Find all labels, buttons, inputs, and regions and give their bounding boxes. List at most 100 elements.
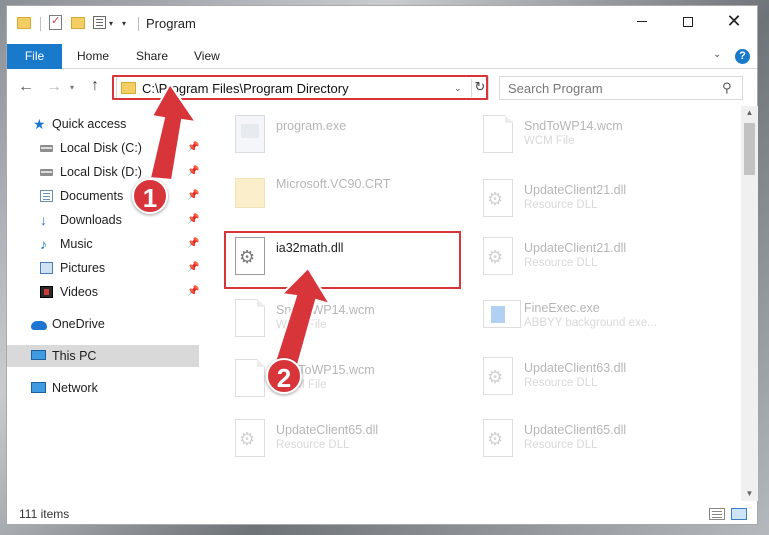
close-button[interactable]: ✕ — [711, 6, 757, 36]
forward-button[interactable]: → — [46, 78, 62, 96]
sidebar-item-label: Music — [60, 237, 93, 251]
file-name: UpdateClient21.dll — [524, 241, 627, 255]
search-placeholder: Search Program — [508, 81, 603, 96]
large-icons-view-icon[interactable] — [731, 508, 747, 520]
search-icon[interactable]: ⚲ — [722, 80, 732, 96]
recent-locations-icon[interactable]: ▾ — [70, 83, 74, 92]
sidebar-item-local-disk-c[interactable]: Local Disk (C:) 📌 — [7, 137, 199, 159]
up-button[interactable]: ↑ — [91, 77, 99, 95]
new-folder-icon[interactable] — [71, 17, 85, 29]
sidebar-item-label: Videos — [60, 285, 98, 299]
file-icon — [483, 115, 513, 153]
sidebar-item-label: This PC — [52, 349, 97, 363]
divider — [138, 17, 139, 31]
back-button[interactable]: ← — [18, 78, 34, 96]
pin-icon[interactable]: 📌 — [187, 281, 199, 303]
pin-icon[interactable]: 📌 — [187, 233, 199, 255]
file-name: Microsoft.VC90.CRT — [276, 177, 391, 191]
details-view-icon[interactable] — [709, 508, 725, 520]
properties-icon[interactable] — [49, 14, 62, 30]
pin-icon[interactable]: 📌 — [187, 209, 199, 231]
file-item[interactable]: UpdateClient21.dll Resource DLL — [477, 176, 717, 224]
sidebar-item-downloads[interactable]: ↓ Downloads 📌 — [7, 209, 199, 231]
scroll-up-icon[interactable]: ▲ — [741, 108, 758, 117]
tab-view[interactable]: View — [194, 44, 220, 69]
tab-share[interactable]: Share — [136, 44, 168, 69]
refresh-button[interactable]: ↻ — [471, 79, 488, 97]
file-item[interactable]: SndToWP14.wcm WCM File — [477, 112, 717, 160]
vertical-scrollbar[interactable]: ▲ ▼ — [741, 106, 758, 501]
file-type: WCM File — [276, 319, 327, 331]
folder-icon[interactable] — [17, 17, 31, 29]
dll-icon — [483, 419, 513, 457]
ribbon-tabs: File Home Share View ⌄ ? — [7, 44, 757, 69]
file-item[interactable]: UpdateClient65.dll Resource DLL — [477, 416, 717, 464]
file-item[interactable]: program.exe — [229, 112, 469, 160]
maximize-icon — [683, 16, 693, 27]
chevron-down-icon[interactable]: ▾ — [109, 19, 113, 28]
sidebar-item-label: Local Disk (C:) — [60, 141, 142, 155]
sidebar-item-pictures[interactable]: Pictures 📌 — [7, 257, 199, 279]
file-name: UpdateClient65.dll — [524, 423, 627, 437]
file-item-ia32math[interactable]: ia32math.dll — [229, 234, 469, 282]
file-type: ABBYY background exe... — [524, 317, 657, 329]
address-path[interactable]: C:\Program Files\Program Directory — [142, 81, 349, 96]
chevron-down-icon[interactable]: ⌄ — [454, 83, 462, 94]
file-name: ia32math.dll — [276, 241, 344, 255]
window-title: Program — [146, 16, 196, 31]
sidebar-item-local-disk-d[interactable]: Local Disk (D:) 📌 — [7, 161, 199, 183]
sidebar-item-music[interactable]: ♪ Music 📌 — [7, 233, 199, 255]
drive-icon — [40, 169, 53, 176]
customize-toolbar-icon[interactable]: ▾ — [122, 19, 126, 28]
address-bar[interactable]: C:\Program Files\Program Directory ⌄ ↻ — [116, 76, 489, 100]
file-type: Resource DLL — [524, 377, 598, 389]
file-item[interactable]: Microsoft.VC90.CRT — [229, 170, 469, 218]
file-item[interactable]: FineExec.exe ABBYY background exe... — [477, 294, 717, 342]
file-item[interactable]: UpdateClient21.dll Resource DLL — [477, 234, 717, 282]
sidebar-item-label: Quick access — [52, 117, 127, 131]
computer-icon — [31, 350, 46, 360]
file-item[interactable]: UpdateClient63.dll Resource DLL — [477, 354, 717, 402]
minimize-icon — [637, 21, 647, 23]
pin-icon[interactable]: 📌 — [187, 137, 199, 159]
sidebar-item-documents[interactable]: Documents 📌 — [7, 185, 199, 207]
sidebar-item-network[interactable]: Network — [7, 377, 199, 399]
sidebar-item-label: OneDrive — [52, 317, 105, 331]
sidebar-item-label: Pictures — [60, 261, 106, 275]
navigation-pane: ★ Quick access Local Disk (C:) 📌 Local D… — [7, 106, 203, 501]
minimize-button[interactable] — [619, 6, 665, 36]
sidebar-item-this-pc[interactable]: This PC — [7, 345, 199, 367]
file-type: Resource DLL — [524, 439, 598, 451]
step-1-badge: 1 — [132, 178, 168, 214]
explorer-window: ▾ ▾ Program ✕ File Home Share View ⌄ ? ←… — [6, 5, 758, 525]
onedrive-icon — [31, 321, 47, 330]
sidebar-item-onedrive[interactable]: OneDrive — [7, 313, 199, 335]
pin-icon[interactable]: 📌 — [187, 161, 199, 183]
sidebar-item-label: Documents — [60, 189, 124, 203]
file-item[interactable]: UpdateClient65.dll Resource DLL — [229, 416, 469, 464]
file-type: Resource DLL — [276, 439, 350, 451]
scroll-down-icon[interactable]: ▼ — [741, 489, 758, 498]
file-icon — [235, 359, 265, 397]
pin-icon[interactable]: 📌 — [187, 257, 199, 279]
scroll-thumb[interactable] — [744, 123, 755, 175]
file-name: SndToWP14.wcm — [524, 119, 623, 133]
network-icon — [31, 382, 46, 393]
expand-ribbon-icon[interactable]: ⌄ — [713, 49, 721, 60]
sidebar-item-videos[interactable]: Videos 📌 — [7, 281, 199, 303]
videos-icon — [40, 286, 53, 298]
status-bar: 111 items — [7, 503, 757, 525]
tab-file[interactable]: File — [7, 44, 62, 69]
file-item[interactable]: SndToWP15.wcm WCM File — [229, 356, 469, 404]
folder-icon — [121, 82, 136, 94]
dll-icon — [235, 419, 265, 457]
sidebar-item-quick-access[interactable]: ★ Quick access — [7, 113, 199, 135]
pin-icon[interactable]: 📌 — [187, 185, 199, 207]
help-icon[interactable]: ? — [735, 49, 750, 64]
view-options-icon[interactable] — [93, 16, 106, 29]
music-icon: ♪ — [40, 236, 47, 252]
maximize-button[interactable] — [665, 6, 711, 36]
tab-home[interactable]: Home — [77, 44, 109, 69]
search-input[interactable]: Search Program ⚲ — [499, 76, 743, 100]
file-item[interactable]: SndToWP14.wcm WCM File — [229, 296, 469, 344]
